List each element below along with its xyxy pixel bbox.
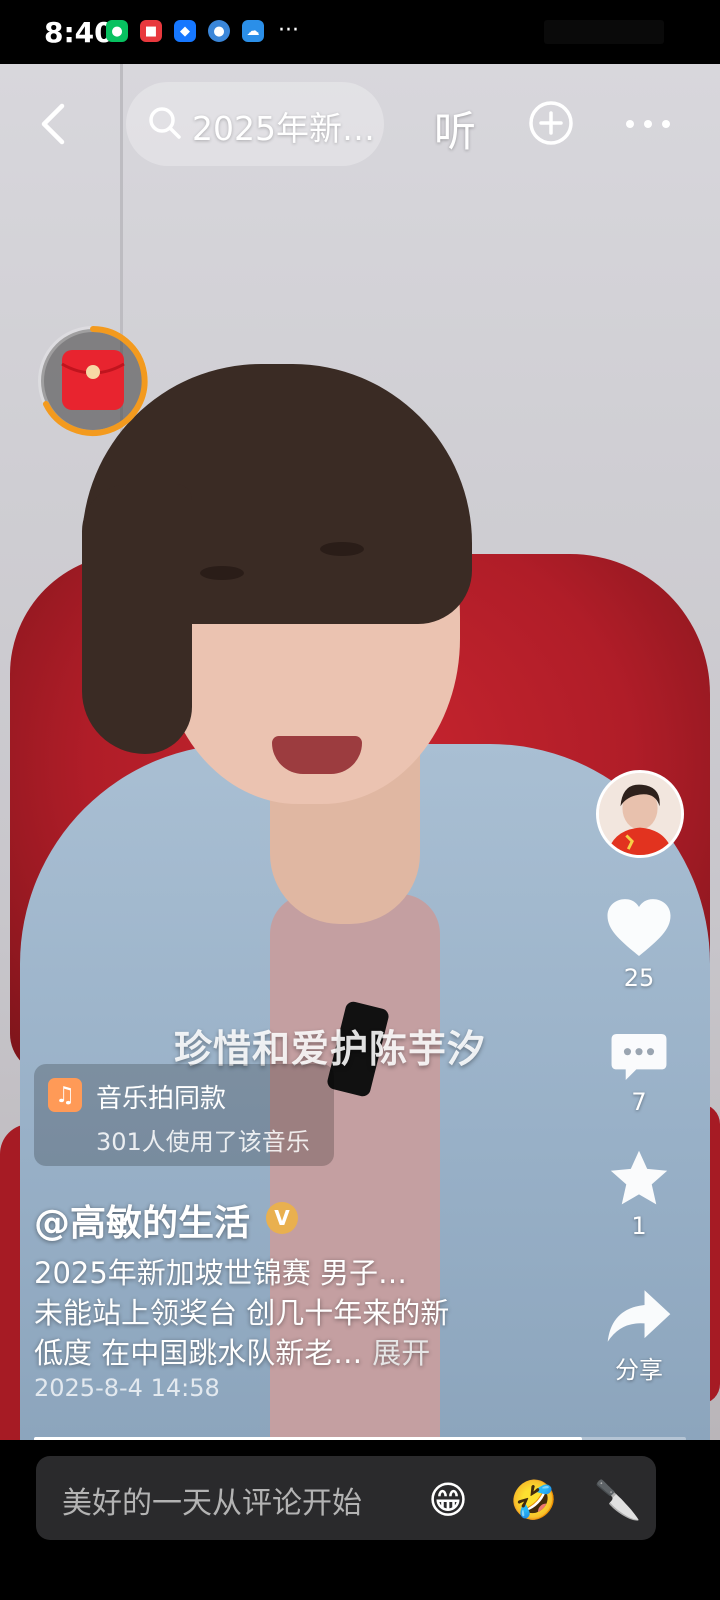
weather-app-icon: ☁ — [242, 20, 264, 42]
comment-icon — [611, 1033, 667, 1081]
music-note-icon: ♫ — [48, 1078, 82, 1112]
screen: 8:40 ● ■ ◆ ● ☁ ··· 2025年新… 听 25 7 1 分享 珍… — [0, 0, 720, 1600]
more-notifications-icon: ··· — [278, 18, 299, 43]
author-name[interactable]: @高敏的生活 — [34, 1194, 250, 1246]
description-line-1: 2025年新加坡世锦赛 男子… — [34, 1256, 408, 1290]
heart-icon — [607, 899, 671, 956]
red-packet-icon[interactable] — [36, 324, 150, 438]
verified-badge-icon: V — [266, 1202, 298, 1234]
search-bar[interactable]: 2025年新… — [126, 82, 384, 166]
expand-link[interactable]: 展开 — [372, 1336, 430, 1370]
left-eye — [200, 566, 244, 580]
mouth — [272, 736, 362, 774]
description-line-3-wrap: 低度 在中国跳水队新老… 展开 — [34, 1330, 430, 1372]
notification-icons: ● ■ ◆ ● ☁ ··· — [106, 20, 299, 42]
red-app-icon: ■ — [140, 20, 162, 42]
description-line-2: 未能站上领奖台 创几十年来的新 — [34, 1296, 450, 1330]
hair-side — [82, 484, 192, 754]
status-time: 8:40 — [44, 16, 114, 49]
star-icon — [610, 1150, 668, 1205]
favorite-count: 1 — [631, 1212, 647, 1240]
wechat-icon: ● — [106, 20, 128, 42]
share-arrow-icon — [607, 1290, 671, 1342]
favorite-button[interactable]: 1 — [594, 1148, 684, 1240]
grin-emoji-icon[interactable]: 😁 — [424, 1476, 472, 1524]
globe-app-icon: ● — [208, 20, 230, 42]
shield-app-icon: ◆ — [174, 20, 196, 42]
avatar-image — [599, 773, 681, 855]
like-count: 25 — [623, 964, 655, 992]
search-icon — [149, 107, 181, 139]
comment-input[interactable]: 美好的一天从评论开始 😁 🤣 🔪 — [36, 1456, 656, 1540]
comment-placeholder: 美好的一天从评论开始 — [62, 1486, 362, 1521]
music-usage-count: 301人使用了该音乐 — [96, 1128, 310, 1156]
back-icon[interactable] — [34, 102, 78, 146]
share-button[interactable]: 分享 — [594, 1286, 684, 1385]
post-date: 2025-8-4 14:58 — [34, 1374, 220, 1402]
search-query: 2025年新… — [192, 109, 375, 148]
status-bar: 8:40 ● ■ ◆ ● ☁ ··· — [0, 0, 720, 64]
share-label: 分享 — [615, 1356, 663, 1384]
laugh-emoji-icon[interactable]: 🤣 — [510, 1476, 558, 1524]
knife-emoji-icon[interactable]: 🔪 — [594, 1476, 642, 1524]
like-button[interactable]: 25 — [594, 896, 684, 992]
add-icon[interactable] — [528, 100, 574, 146]
comment-count: 7 — [631, 1088, 647, 1116]
comment-button[interactable]: 7 — [594, 1030, 684, 1116]
floral-shirt — [270, 894, 440, 1470]
music-title: 音乐拍同款 — [96, 1084, 227, 1114]
description-line-3: 低度 在中国跳水队新老… — [34, 1336, 363, 1370]
bottom-comment-bar: 美好的一天从评论开始 😁 🤣 🔪 — [0, 1440, 720, 1600]
right-eye — [320, 542, 364, 556]
music-card[interactable]: ♫ 音乐拍同款 301人使用了该音乐 — [34, 1064, 334, 1166]
listen-button[interactable]: 听 — [434, 98, 476, 159]
system-status-icons — [544, 20, 664, 44]
more-options-icon[interactable] — [624, 104, 672, 144]
author-avatar[interactable] — [596, 770, 684, 858]
